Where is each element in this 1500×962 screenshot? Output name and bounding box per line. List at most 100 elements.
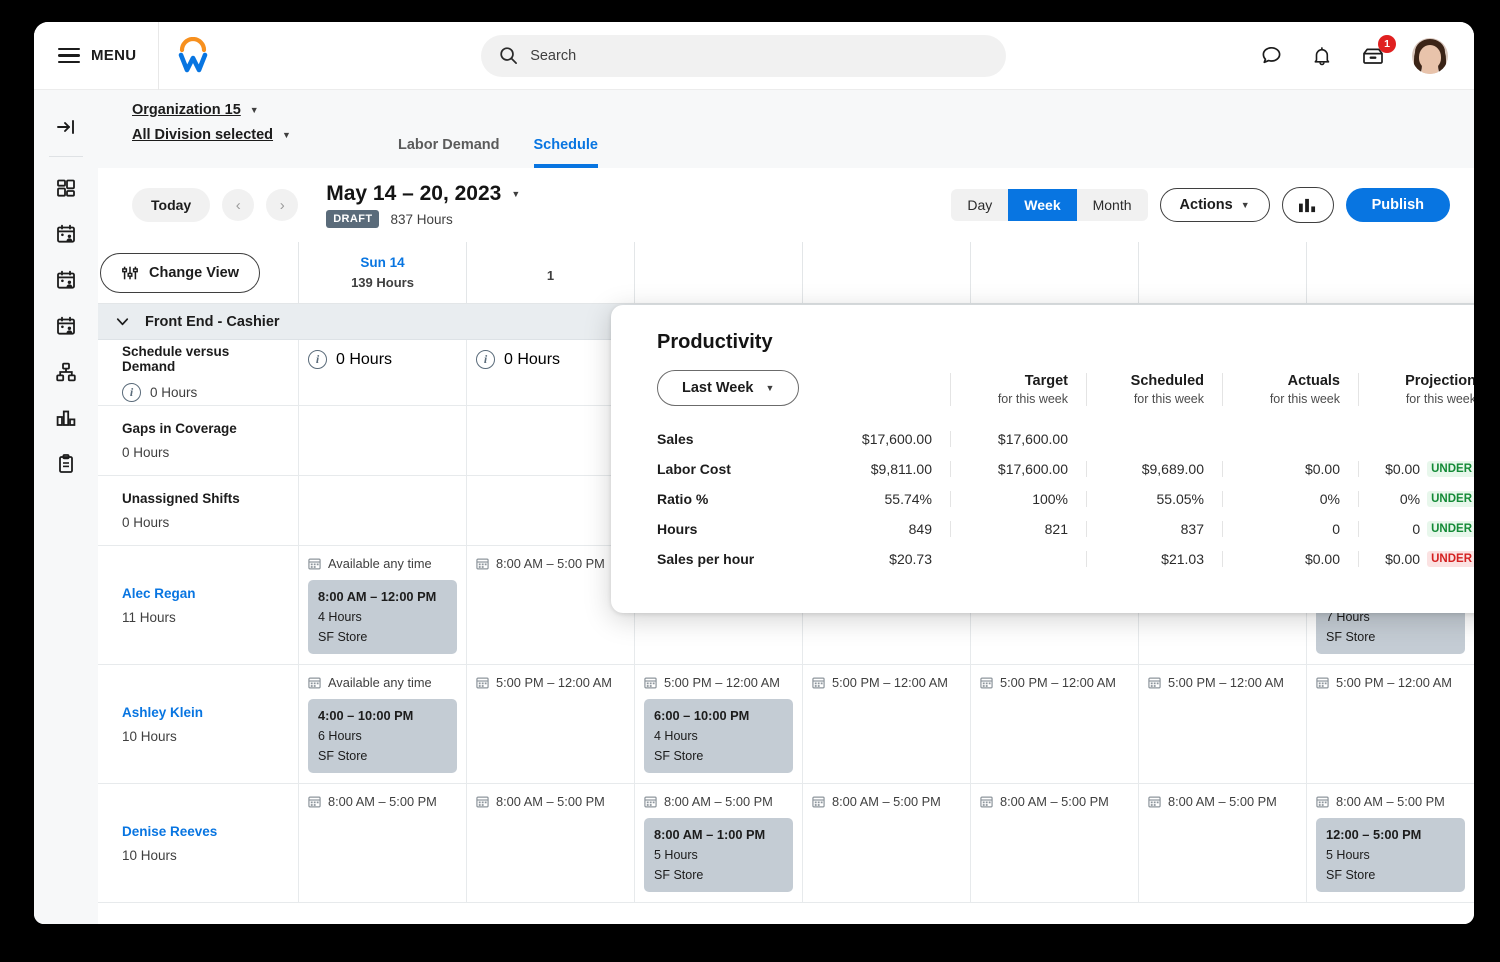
- metric-last-week: 55.74%: [815, 491, 950, 507]
- schedule-cell[interactable]: 8:00 AM – 5:00 PM: [466, 784, 634, 902]
- avatar[interactable]: [1412, 38, 1448, 74]
- tab-labor-demand[interactable]: Labor Demand: [398, 137, 500, 168]
- day-column-header[interactable]: [970, 242, 1138, 303]
- availability-label: 5:00 PM – 12:00 AM: [812, 675, 961, 690]
- chat-icon[interactable]: [1260, 44, 1284, 68]
- day-name: Sun 14: [360, 255, 404, 270]
- workday-logo[interactable]: [159, 22, 227, 90]
- calendar-icon: [980, 795, 993, 808]
- shift-block[interactable]: 8:00 AM – 12:00 PM4 HoursSF Store: [308, 580, 457, 654]
- day-column-header[interactable]: [1306, 242, 1474, 303]
- info-icon[interactable]: i: [308, 350, 327, 369]
- calendar-person-icon-3[interactable]: [43, 303, 89, 349]
- metric-scheduled: $9,689.00: [1086, 461, 1222, 477]
- organization-selector[interactable]: Organization 15 ▼: [132, 102, 291, 118]
- schedule-cell[interactable]: 8:00 AM – 5:00 PM: [970, 784, 1138, 902]
- employee-name-link[interactable]: Ashley Klein: [122, 705, 286, 720]
- view-mode-day[interactable]: Day: [951, 189, 1008, 221]
- schedule-cell[interactable]: 5:00 PM – 12:00 AM: [1306, 665, 1474, 783]
- day-column-header[interactable]: [1138, 242, 1306, 303]
- day-column-header[interactable]: [634, 242, 802, 303]
- actions-button[interactable]: Actions ▼: [1160, 188, 1270, 222]
- grid-cell[interactable]: [298, 476, 466, 545]
- row-label: Gaps in Coverage 0 Hours: [98, 406, 298, 475]
- row-label: Schedule versus Demand i 0 Hours: [98, 340, 298, 405]
- grid-cell[interactable]: [466, 476, 634, 545]
- employee-name-link[interactable]: Alec Regan: [122, 586, 286, 601]
- collapse-panel-icon[interactable]: [43, 104, 89, 150]
- menu-button[interactable]: MENU: [34, 22, 158, 89]
- schedule-cell[interactable]: 8:00 AM – 5:00 PM: [1138, 784, 1306, 902]
- date-range-selector[interactable]: May 14 – 20, 2023 ▼: [326, 182, 520, 206]
- calendar-person-icon-2[interactable]: [43, 257, 89, 303]
- cell-value-with-info: i 0 Hours: [476, 350, 625, 369]
- cell-value: 0 Hours: [336, 351, 392, 369]
- metric-actuals: 0%: [1222, 491, 1358, 507]
- grid-cell[interactable]: [466, 406, 634, 475]
- schedule-cell[interactable]: 8:00 AM – 5:00 PM: [802, 784, 970, 902]
- employee-name-link[interactable]: Denise Reeves: [122, 824, 286, 839]
- calendar-icon: [1316, 676, 1329, 689]
- productivity-chart-button[interactable]: [1282, 187, 1334, 223]
- period-selector-button[interactable]: Last Week ▼: [657, 370, 799, 406]
- info-icon[interactable]: i: [476, 350, 495, 369]
- schedule-cell[interactable]: 8:00 AM – 5:00 PM12:00 – 5:00 PM5 HoursS…: [1306, 784, 1474, 902]
- grid-cell[interactable]: [298, 406, 466, 475]
- day-column-header[interactable]: [802, 242, 970, 303]
- employee-label: Alec Regan11 Hours: [98, 546, 298, 664]
- shift-block[interactable]: 12:00 – 5:00 PM5 HoursSF Store: [1316, 818, 1465, 892]
- shift-hours: 6 Hours: [318, 729, 447, 743]
- view-mode-month[interactable]: Month: [1077, 189, 1148, 221]
- metric-label: Labor Cost: [657, 461, 815, 477]
- calendar-person-icon-1[interactable]: [43, 211, 89, 257]
- org-chart-icon[interactable]: [43, 349, 89, 395]
- dashboard-icon[interactable]: [43, 165, 89, 211]
- schedule-cell[interactable]: 5:00 PM – 12:00 AM 6:00 – 10:00 PM4 Hours…: [634, 665, 802, 783]
- info-icon[interactable]: i: [122, 383, 141, 402]
- availability-text: 5:00 PM – 12:00 AM: [664, 675, 780, 690]
- schedule-cell[interactable]: 5:00 PM – 12:00 AM: [466, 665, 634, 783]
- grid-cell[interactable]: i 0 Hours: [298, 340, 466, 405]
- change-view-button[interactable]: Change View: [100, 253, 260, 293]
- column-header-actuals: Actuals for this week: [1222, 373, 1358, 406]
- availability-label: 8:00 AM – 5:00 PM: [980, 794, 1129, 809]
- schedule-cell[interactable]: 5:00 PM – 12:00 AM: [970, 665, 1138, 783]
- shift-time: 12:00 – 5:00 PM: [1326, 827, 1455, 842]
- division-selector[interactable]: All Division selected ▼: [132, 127, 291, 143]
- shift-block[interactable]: 8:00 AM – 1:00 PM5 HoursSF Store: [644, 818, 793, 892]
- schedule-cell[interactable]: 8:00 AM – 5:00 PM: [466, 546, 634, 664]
- day-hours: 1: [547, 268, 554, 283]
- chevron-down-icon: ▼: [511, 189, 520, 199]
- day-column-header[interactable]: 1: [466, 242, 634, 303]
- grid-cell[interactable]: i 0 Hours: [466, 340, 634, 405]
- productivity-row: Hours84982183700UNDER: [657, 514, 1474, 544]
- schedule-status: DRAFT 837 Hours: [326, 210, 520, 228]
- availability-label: 8:00 AM – 5:00 PM: [476, 794, 625, 809]
- schedule-cell[interactable]: 8:00 AM – 5:00 PM8:00 AM – 1:00 PM5 Hour…: [634, 784, 802, 902]
- view-mode-week[interactable]: Week: [1008, 189, 1076, 221]
- today-button[interactable]: Today: [132, 188, 210, 222]
- calendar-icon: [308, 795, 321, 808]
- next-week-button[interactable]: ›: [266, 189, 298, 221]
- publish-button[interactable]: Publish: [1346, 188, 1450, 222]
- projection-status-badge: UNDER: [1427, 491, 1474, 507]
- clipboard-icon[interactable]: [43, 441, 89, 487]
- inbox-icon[interactable]: 1: [1360, 44, 1386, 68]
- schedule-cell[interactable]: 5:00 PM – 12:00 AM: [802, 665, 970, 783]
- metric-label: Hours: [657, 521, 815, 537]
- tab-schedule[interactable]: Schedule: [534, 137, 598, 168]
- schedule-cell[interactable]: Available any time4:00 – 10:00 PM6 Hours…: [298, 665, 466, 783]
- bar-chart-icon[interactable]: [43, 395, 89, 441]
- search-input[interactable]: Search: [481, 35, 1006, 77]
- schedule-cell[interactable]: 5:00 PM – 12:00 AM: [1138, 665, 1306, 783]
- metric-projection: 0UNDER: [1358, 521, 1474, 537]
- bell-icon[interactable]: [1310, 44, 1334, 68]
- availability-label: 8:00 AM – 5:00 PM: [1148, 794, 1297, 809]
- day-column-header[interactable]: Sun 14 139 Hours: [298, 242, 466, 303]
- metric-projection: $0.00UNDER: [1358, 461, 1474, 477]
- schedule-cell[interactable]: Available any time8:00 AM – 12:00 PM4 Ho…: [298, 546, 466, 664]
- shift-block[interactable]: 6:00 – 10:00 PM4 HoursSF Store: [644, 699, 793, 773]
- previous-week-button[interactable]: ‹: [222, 189, 254, 221]
- schedule-cell[interactable]: 8:00 AM – 5:00 PM: [298, 784, 466, 902]
- shift-block[interactable]: 4:00 – 10:00 PM6 HoursSF Store: [308, 699, 457, 773]
